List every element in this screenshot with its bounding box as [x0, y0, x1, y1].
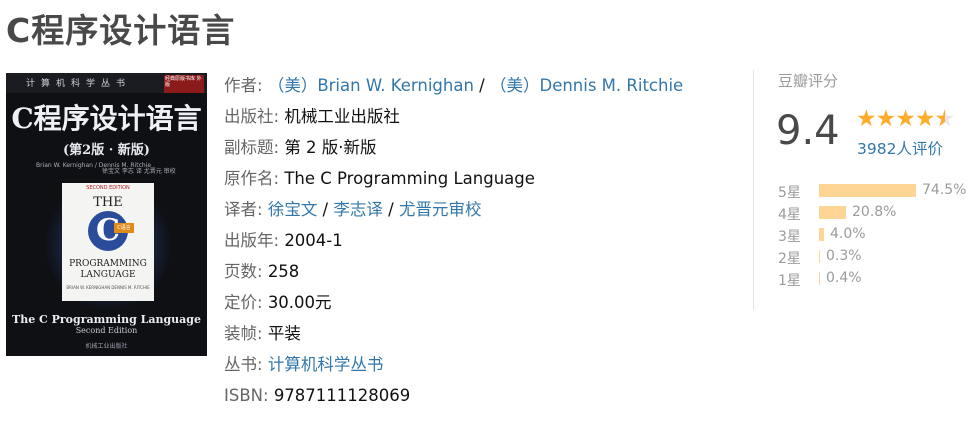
rating-bar [819, 272, 820, 285]
subtitle-label: 副标题: [224, 138, 280, 157]
half-star-icon: ★ [935, 106, 956, 132]
cover-english-edition: Second Edition [75, 326, 138, 335]
info-pages-row: 页数: 258 [224, 256, 734, 287]
cover-second-edition: SECOND EDITION [86, 185, 130, 191]
translator-link-1[interactable]: 徐宝文 [268, 200, 318, 219]
rating-row: 5星 74.5% [778, 181, 968, 203]
book-info: 作者: （美）Brian W. Kernighan / （美）Dennis M.… [224, 70, 734, 411]
rating-row-label: 5星 [778, 185, 801, 201]
rating-bar [819, 228, 824, 241]
rating-row-label: 3星 [778, 229, 801, 245]
cover-tag: 经典原版书库 外版 [164, 75, 204, 93]
translator-separator-2: / [382, 200, 399, 219]
year-value: 2004-1 [284, 231, 343, 250]
binding-label: 装帧: [224, 324, 263, 343]
cover-inner-book: SECOND EDITION THE C C语言 PROGRAMMING LAN… [62, 183, 154, 301]
rating-row: 4星 20.8% [778, 203, 968, 225]
star-icon: ★ [856, 106, 877, 132]
rating-row-label: 1星 [778, 273, 801, 289]
rating-row: 1星 0.4% [778, 269, 968, 291]
series-link[interactable]: 计算机科学丛书 [268, 355, 384, 374]
original-title-label: 原作名: [224, 169, 280, 188]
rating-bar [819, 206, 846, 219]
info-publisher-row: 出版社: 机械工业出版社 [224, 101, 734, 132]
price-label: 定价: [224, 293, 263, 312]
cover-by-line: BRIAN W. KERNIGHAN DENNIS M. RITCHIE [66, 285, 150, 290]
translator-link-2[interactable]: 李志译 [333, 200, 383, 219]
rating-row-percent: 20.8% [852, 204, 897, 220]
info-binding-row: 装帧: 平装 [224, 318, 734, 349]
rating-bar [819, 184, 916, 197]
rating-row-label: 4星 [778, 207, 801, 223]
info-year-row: 出版年: 2004-1 [224, 225, 734, 256]
book-cover-image[interactable]: 计算机科学丛书 经典原版书库 外版 C程序设计语言 (第2版 · 新版) Bri… [6, 73, 207, 356]
cover-main-title: C程序设计语言 [11, 102, 202, 135]
info-price-row: 定价: 30.00元 [224, 287, 734, 318]
rating-divider [753, 70, 754, 310]
info-series-row: 丛书: 计算机科学丛书 [224, 349, 734, 380]
translator-separator-1: / [317, 200, 334, 219]
publisher-value: 机械工业出版社 [284, 107, 400, 126]
author-link-1[interactable]: （美）Brian W. Kernighan [268, 76, 474, 95]
info-isbn-row: ISBN: 9787111128069 [224, 380, 734, 411]
info-subtitle-row: 副标题: 第 2 版·新版 [224, 132, 734, 163]
rating-row-percent: 4.0% [830, 226, 866, 242]
info-author-row: 作者: （美）Brian W. Kernighan / （美）Dennis M.… [224, 70, 734, 101]
rating-row-percent: 0.4% [826, 270, 862, 286]
cover-programming: PROGRAMMING LANGUAGE [69, 259, 147, 280]
rating-row-label: 2星 [778, 251, 801, 267]
rating-row-percent: 0.3% [826, 248, 862, 264]
cover-translators: 徐宝文 李志 译 尤晋元 审校 [102, 168, 176, 175]
pages-label: 页数: [224, 262, 263, 281]
rating-votes-link[interactable]: 3982人评价 [857, 137, 943, 159]
star-icon: ★ [895, 106, 916, 132]
cover-publisher: 机械工业出版社 [85, 343, 128, 350]
cover-series: 计算机科学丛书 [26, 79, 132, 89]
star-icon: ★ [875, 106, 897, 132]
rating-distribution: 5星 74.5% 4星 20.8% 3星 4.0% 2星 0.3% 1星 0.4% [778, 181, 968, 291]
cover-english-title: The C Programming Language [12, 313, 201, 326]
author-link-2[interactable]: （美）Dennis M. Ritchie [490, 76, 683, 95]
isbn-label: ISBN: [224, 386, 269, 405]
rating-row: 2星 0.3% [778, 247, 968, 269]
rating-score: 9.4 [776, 108, 840, 154]
star-icon: ★ [914, 106, 936, 132]
rating-row-percent: 74.5% [922, 182, 967, 198]
rating-stars: ★★★★★ [856, 106, 956, 132]
author-label: 作者: [224, 76, 263, 95]
translator-link-3[interactable]: 尤晋元审校 [399, 200, 482, 219]
info-original-row: 原作名: The C Programming Language [224, 163, 734, 194]
page-title: C程序设计语言 [6, 11, 236, 50]
year-label: 出版年: [224, 231, 280, 250]
publisher-label: 出版社: [224, 107, 280, 126]
rating-row: 3星 4.0% [778, 225, 968, 247]
info-translator-row: 译者: 徐宝文 / 李志译 / 尤晋元审校 [224, 194, 734, 225]
series-label: 丛书: [224, 355, 263, 374]
cover-badge: C语言 [114, 223, 134, 233]
original-title-value: The C Programming Language [284, 169, 535, 188]
cover-the: THE [93, 195, 123, 210]
binding-value: 平装 [267, 324, 301, 343]
translator-label: 译者: [224, 200, 263, 219]
rating-bar [819, 250, 820, 263]
isbn-value: 9787111128069 [273, 386, 411, 405]
cover-edition: (第2版 · 新版) [63, 143, 150, 158]
price-value: 30.00元 [267, 293, 332, 312]
subtitle-value: 第 2 版·新版 [284, 138, 377, 157]
pages-value: 258 [267, 262, 300, 281]
rating-title: 豆瓣评分 [778, 72, 839, 90]
author-separator: / [473, 76, 490, 95]
